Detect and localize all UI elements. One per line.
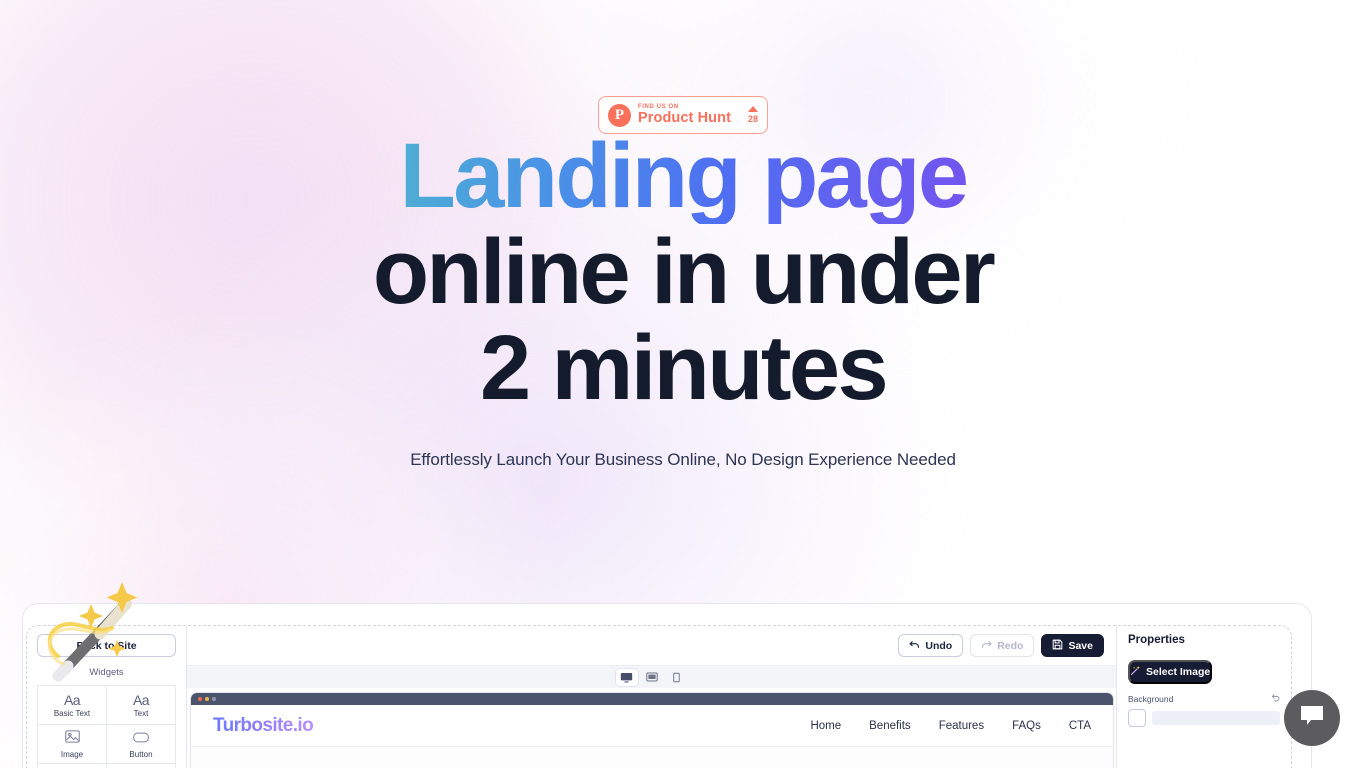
background-color-controls [1128, 709, 1280, 727]
redo-arrow-icon [981, 640, 992, 652]
hero-section: Landing page online in under 2 minutes [0, 128, 1366, 416]
reset-background-icon[interactable] [1271, 693, 1280, 705]
chat-bubble-icon [1299, 704, 1325, 733]
widget-label: Basic Text [53, 708, 91, 718]
text-aa-icon: Aa [63, 691, 81, 708]
nav-link-cta[interactable]: CTA [1069, 720, 1091, 732]
widgets-grid: Aa Basic Text Aa Text Image Button [37, 685, 176, 768]
widget-label: Text [133, 708, 149, 718]
browser-chrome-bar [191, 693, 1113, 705]
button-icon [133, 730, 149, 748]
magic-wand-illustration [34, 568, 154, 688]
background-hex-input[interactable] [1152, 711, 1280, 725]
widget-label: Button [129, 749, 153, 759]
site-navbar: Turbosite.io Home Benefits Features FAQs… [191, 705, 1113, 747]
device-desktop-button[interactable] [615, 668, 638, 686]
undo-button[interactable]: Undo [898, 634, 964, 657]
background-label: Background [1128, 694, 1174, 704]
redo-label: Redo [997, 639, 1024, 652]
text-aa-icon: Aa [132, 691, 150, 708]
image-icon [64, 729, 80, 748]
select-image-label: Select Image [1146, 666, 1211, 678]
chrome-dot-maximize [212, 697, 216, 701]
upvote-group[interactable]: 28 [747, 105, 758, 125]
headline-line-3: 2 minutes [479, 317, 889, 419]
widget-label: Image [60, 749, 84, 759]
properties-title: Properties [1128, 634, 1185, 646]
undo-label: Undo [925, 639, 953, 652]
undo-arrow-icon [909, 640, 920, 652]
caret-up-icon [747, 105, 758, 112]
save-label: Save [1068, 639, 1093, 652]
site-nav-links: Home Benefits Features FAQs CTA [810, 720, 1091, 732]
site-hero-area[interactable] [191, 747, 1113, 768]
widget-basic-text[interactable]: Aa Basic Text [38, 686, 107, 725]
product-hunt-name: Product Hunt [638, 110, 732, 127]
nav-link-home[interactable]: Home [810, 720, 841, 732]
widget-extra-right[interactable] [107, 764, 176, 768]
chrome-dot-close [198, 697, 202, 701]
editor-toolbar: Undo Redo Save [187, 626, 1116, 666]
chrome-dot-minimize [205, 697, 209, 701]
widget-extra-left[interactable] [38, 764, 107, 768]
editor-main: Undo Redo Save Turbosite.io Home Benefit… [187, 626, 1116, 768]
landing-page: P FIND US ON Product Hunt 28 Landing pag… [0, 0, 1366, 768]
device-mobile-button[interactable] [666, 669, 688, 686]
chat-widget-button[interactable] [1284, 690, 1340, 746]
device-tablet-button[interactable] [641, 669, 663, 686]
editor-canvas[interactable]: Turbosite.io Home Benefits Features FAQs… [187, 688, 1116, 768]
redo-button[interactable]: Redo [970, 634, 1035, 657]
upvote-count: 28 [747, 113, 758, 124]
headline-line-1: Landing page [0, 128, 1366, 224]
headline-line-2: online in under [372, 221, 996, 323]
magic-wand-icon [1130, 665, 1141, 679]
widget-button[interactable]: Button [107, 725, 176, 764]
properties-panel: Properties Select Image Background [1116, 626, 1291, 768]
floppy-disk-icon [1052, 639, 1063, 653]
save-button[interactable]: Save [1041, 634, 1104, 657]
nav-link-benefits[interactable]: Benefits [869, 720, 911, 732]
nav-link-faqs[interactable]: FAQs [1012, 720, 1041, 732]
site-logo[interactable]: Turbosite.io [213, 715, 314, 737]
hero-subtitle: Effortlessly Launch Your Business Online… [410, 450, 956, 469]
select-image-button[interactable]: Select Image [1128, 660, 1213, 684]
widget-image[interactable]: Image [38, 725, 107, 764]
background-color-swatch[interactable] [1128, 709, 1146, 727]
background-row: Background [1128, 693, 1280, 705]
device-toggle-group [187, 666, 1116, 688]
nav-link-features[interactable]: Features [939, 720, 984, 732]
widget-text[interactable]: Aa Text [107, 686, 176, 725]
product-hunt-text: FIND US ON Product Hunt [638, 104, 741, 126]
site-preview: Turbosite.io Home Benefits Features FAQs… [190, 692, 1114, 768]
editor-mockup: Back to Site Widgets Aa Basic Text Aa Te… [26, 625, 1292, 768]
product-hunt-logo-icon: P [608, 103, 631, 127]
